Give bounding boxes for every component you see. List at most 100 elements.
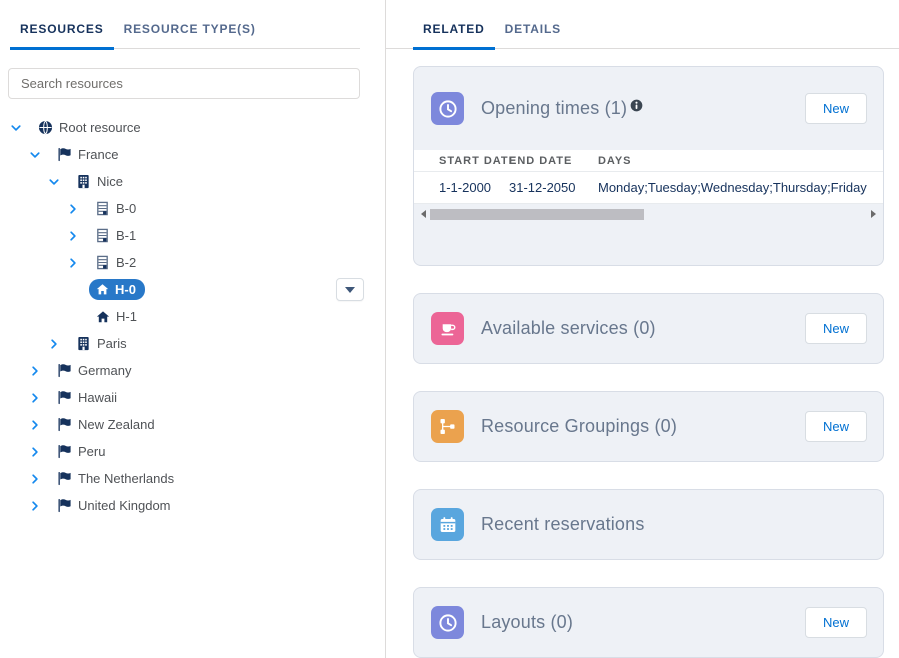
card-title: Resource Groupings (0) bbox=[481, 416, 677, 437]
building-icon bbox=[76, 174, 91, 189]
flag-icon bbox=[57, 390, 72, 405]
flag-icon bbox=[57, 363, 72, 378]
flag-icon bbox=[57, 444, 72, 459]
tree-item-peru[interactable]: Peru bbox=[0, 438, 385, 465]
chevron-right-icon[interactable] bbox=[67, 203, 79, 215]
tree-item-label: B-2 bbox=[116, 255, 136, 270]
chevron-right-icon[interactable] bbox=[67, 230, 79, 242]
table-header-row: START DATE END DATE DAYS bbox=[414, 150, 883, 171]
tree-item-hawaii[interactable]: Hawaii bbox=[0, 384, 385, 411]
chevron-right-icon[interactable] bbox=[29, 365, 41, 377]
building-small-icon bbox=[95, 255, 110, 270]
table-row[interactable]: 1-1-2000 31-12-2050 Monday;Tuesday;Wedne… bbox=[414, 171, 883, 204]
scroll-left-arrow-icon[interactable] bbox=[421, 210, 426, 218]
chevron-down-icon[interactable] bbox=[48, 176, 60, 188]
node-actions-dropdown-button[interactable] bbox=[336, 278, 364, 301]
house-icon bbox=[95, 282, 110, 297]
clock-icon bbox=[431, 606, 464, 639]
chevron-down-icon[interactable] bbox=[10, 122, 22, 134]
cell-days: Monday;Tuesday;Wednesday;Thursday;Friday bbox=[598, 180, 883, 195]
new-resource-grouping-button[interactable]: New bbox=[805, 411, 867, 442]
chevron-right-icon[interactable] bbox=[29, 473, 41, 485]
column-header-end-date: END DATE bbox=[509, 155, 598, 167]
card-resource-groupings: Resource Groupings (0) New bbox=[413, 391, 884, 462]
tree-item-root-resource[interactable]: Root resource bbox=[0, 114, 385, 141]
tree-item-b1[interactable]: B-1 bbox=[0, 222, 385, 249]
tree-item-new-zealand[interactable]: New Zealand bbox=[0, 411, 385, 438]
tree-item-label: New Zealand bbox=[78, 417, 155, 432]
scrollbar-thumb[interactable] bbox=[430, 209, 644, 220]
globe-icon bbox=[38, 120, 53, 135]
tree-item-b2[interactable]: B-2 bbox=[0, 249, 385, 276]
column-header-start-date: START DATE bbox=[414, 155, 509, 167]
scroll-right-arrow-icon[interactable] bbox=[871, 210, 876, 218]
tree-item-germany[interactable]: Germany bbox=[0, 357, 385, 384]
service-cup-icon bbox=[431, 312, 464, 345]
detail-panel: RELATED DETAILS Opening times (1) New ST… bbox=[386, 0, 899, 658]
flag-icon bbox=[57, 471, 72, 486]
cell-end-date: 31-12-2050 bbox=[509, 180, 598, 195]
tree-item-nice[interactable]: Nice bbox=[0, 168, 385, 195]
tab-related[interactable]: RELATED bbox=[413, 6, 495, 48]
tree-item-b0[interactable]: B-0 bbox=[0, 195, 385, 222]
chevron-right-icon[interactable] bbox=[29, 500, 41, 512]
house-icon bbox=[95, 309, 110, 324]
flag-icon bbox=[57, 498, 72, 513]
tab-resources[interactable]: RESOURCES bbox=[10, 6, 114, 48]
tree-item-label: Germany bbox=[78, 363, 131, 378]
right-tab-bar: RELATED DETAILS bbox=[386, 0, 899, 49]
tree-item-label: France bbox=[78, 147, 118, 162]
chevron-right-icon[interactable] bbox=[67, 257, 79, 269]
new-opening-time-button[interactable]: New bbox=[805, 93, 867, 124]
tree-item-label: B-1 bbox=[116, 228, 136, 243]
tree-item-netherlands[interactable]: The Netherlands bbox=[0, 465, 385, 492]
new-layout-button[interactable]: New bbox=[805, 607, 867, 638]
new-available-service-button[interactable]: New bbox=[805, 313, 867, 344]
tree-item-label: Nice bbox=[97, 174, 123, 189]
tree-item-label: Paris bbox=[97, 336, 127, 351]
tree-item-paris[interactable]: Paris bbox=[0, 330, 385, 357]
tab-resource-types[interactable]: RESOURCE TYPE(S) bbox=[114, 6, 266, 48]
chevron-right-icon[interactable] bbox=[29, 392, 41, 404]
tree-item-label: Root resource bbox=[59, 120, 141, 135]
tree-item-label: The Netherlands bbox=[78, 471, 174, 486]
opening-times-table: START DATE END DATE DAYS 1-1-2000 31-12-… bbox=[414, 150, 883, 204]
chevron-spacer bbox=[67, 311, 79, 323]
selected-node-pill[interactable]: H-0 bbox=[89, 279, 145, 300]
info-icon[interactable] bbox=[630, 99, 643, 112]
flag-icon bbox=[57, 417, 72, 432]
tree-item-label: Peru bbox=[78, 444, 105, 459]
resource-tree: Root resource France Nice B-0 B-1 bbox=[0, 114, 385, 519]
app-window: RESOURCES RESOURCE TYPE(S) Root resource… bbox=[0, 0, 899, 658]
flag-icon bbox=[57, 147, 72, 162]
tree-item-united-kingdom[interactable]: United Kingdom bbox=[0, 492, 385, 519]
chevron-right-icon[interactable] bbox=[29, 446, 41, 458]
tree-item-label: B-0 bbox=[116, 201, 136, 216]
hierarchy-icon bbox=[431, 410, 464, 443]
horizontal-scrollbar[interactable] bbox=[414, 206, 883, 223]
tree-item-label: H-1 bbox=[116, 309, 137, 324]
chevron-down-icon[interactable] bbox=[29, 149, 41, 161]
calendar-icon bbox=[431, 508, 464, 541]
cell-start-date: 1-1-2000 bbox=[414, 180, 509, 195]
chevron-right-icon[interactable] bbox=[29, 419, 41, 431]
card-layouts: Layouts (0) New bbox=[413, 587, 884, 658]
resources-panel: RESOURCES RESOURCE TYPE(S) Root resource… bbox=[0, 0, 385, 658]
chevron-right-icon[interactable] bbox=[48, 338, 60, 350]
left-tab-bar: RESOURCES RESOURCE TYPE(S) bbox=[10, 0, 360, 49]
card-title: Layouts (0) bbox=[481, 612, 573, 633]
card-title: Recent reservations bbox=[481, 514, 645, 535]
card-available-services: Available services (0) New bbox=[413, 293, 884, 364]
building-small-icon bbox=[95, 228, 110, 243]
search-input[interactable] bbox=[8, 68, 360, 99]
tree-item-h0-selected[interactable]: H-0 bbox=[0, 276, 385, 303]
building-icon bbox=[76, 336, 91, 351]
card-title: Available services (0) bbox=[481, 318, 656, 339]
tree-item-label: H-0 bbox=[115, 282, 136, 297]
tree-item-france[interactable]: France bbox=[0, 141, 385, 168]
clock-icon bbox=[431, 92, 464, 125]
column-header-days: DAYS bbox=[598, 155, 883, 167]
tree-item-h1[interactable]: H-1 bbox=[0, 303, 385, 330]
tab-details[interactable]: DETAILS bbox=[495, 6, 571, 48]
building-small-icon bbox=[95, 201, 110, 216]
